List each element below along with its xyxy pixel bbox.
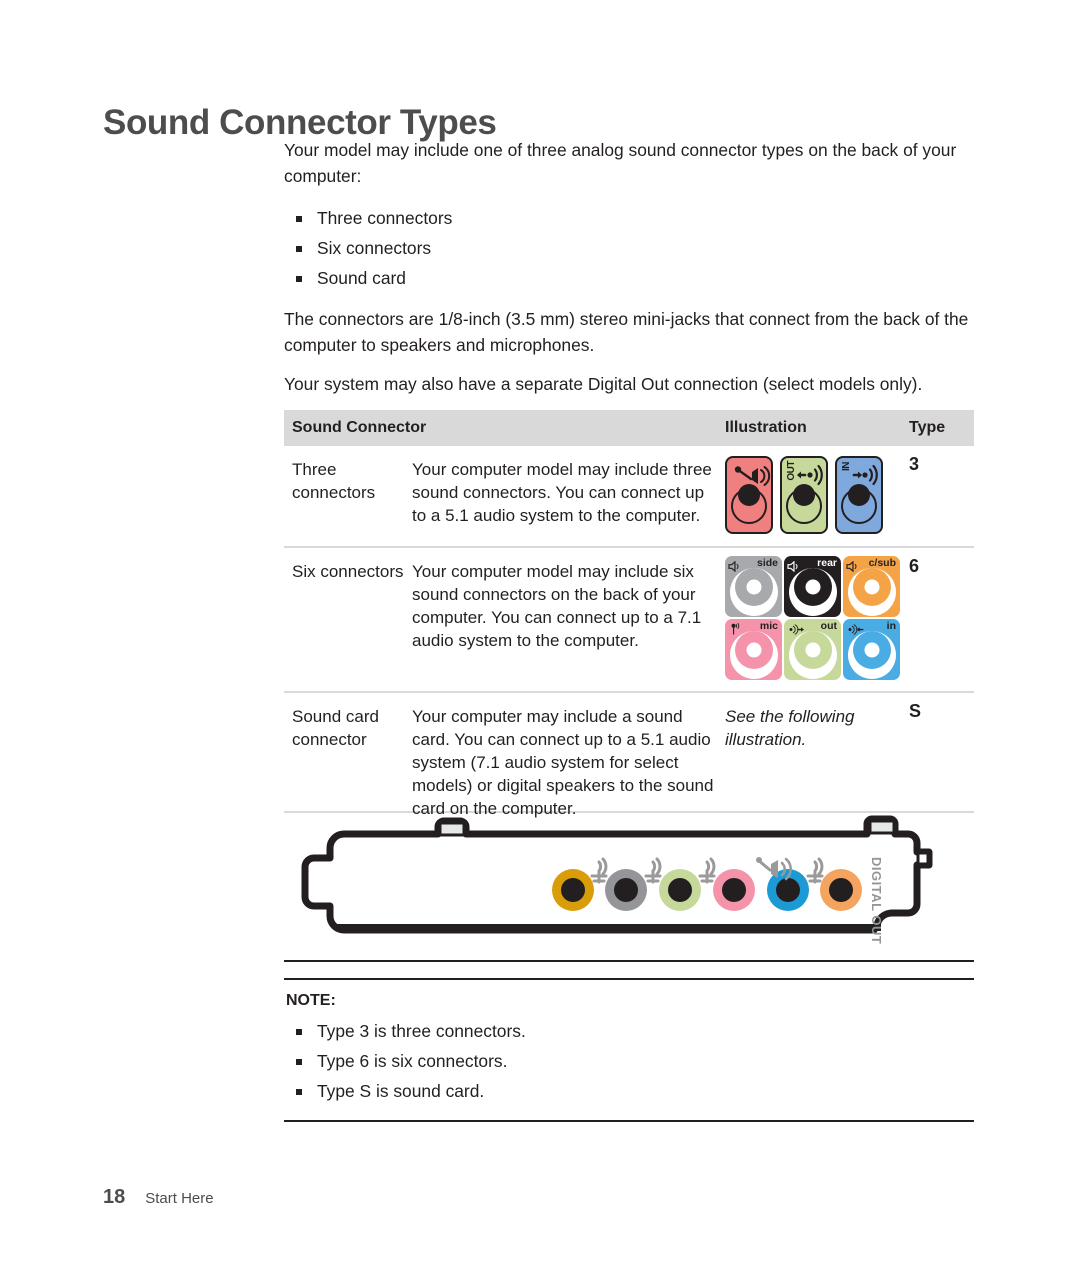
jack-hole <box>864 642 879 657</box>
jack-microphone-pink <box>725 456 773 534</box>
cell-illustration: side rear c/sub mic out in <box>725 556 900 699</box>
jack-side-gray: side <box>725 556 782 617</box>
speaker-icon <box>846 559 859 577</box>
jack-label-in: IN <box>841 462 852 471</box>
table-row: Six connectors Your computer model may i… <box>284 548 974 693</box>
jack-hole <box>746 579 761 594</box>
intro-paragraph-1: Your model may include one of three anal… <box>284 140 957 186</box>
page-footer: 18 Start Here <box>103 1186 214 1209</box>
cell-description: Your computer model may include six soun… <box>412 562 702 650</box>
jack-center-sub-orange: c/sub <box>843 556 900 617</box>
jack-mic-pink: mic <box>725 619 782 680</box>
sound-connector-table: Sound Connector Illustration Type Three … <box>284 410 974 818</box>
column-header-type: Type <box>909 419 946 436</box>
cell-description: Your computer model may include three so… <box>412 460 712 525</box>
cell-connector-name: Three connectors <box>292 460 376 502</box>
jack-label: rear <box>817 557 837 569</box>
cell-illustration: OUT IN <box>725 454 900 554</box>
jack-line-out-green: OUT <box>780 456 828 534</box>
three-connector-illustration: OUT IN <box>725 456 883 534</box>
note-title: NOTE: <box>286 992 336 1009</box>
intro-paragraph-3: Your system may also have a separate Dig… <box>284 374 923 394</box>
table-row: Sound card connector Your computer may i… <box>284 693 974 818</box>
list-item: Six connectors <box>284 233 984 263</box>
sound-card-illustration: DIGITAL OUT <box>284 812 974 962</box>
table-row: Three connectors Your computer model may… <box>284 446 974 548</box>
cell-type: 6 <box>909 556 920 576</box>
speaker-icon <box>728 559 741 577</box>
audio-out-icon <box>787 622 806 640</box>
cell-description: Your computer may include a sound card. … <box>412 707 714 818</box>
cell-type: S <box>909 701 922 721</box>
table-header-row: Sound Connector Illustration Type <box>284 410 974 446</box>
list-item: Type 6 is six connectors. <box>284 1046 974 1076</box>
microphone-icon <box>728 622 741 640</box>
cell-illustration-text: See the following illustration. <box>725 707 855 749</box>
jack-label: out <box>820 620 837 632</box>
document-page: Sound Connector Types Your model may inc… <box>0 0 1080 1270</box>
cell-connector-name: Sound card connector <box>292 707 379 749</box>
jack-in-blue: in <box>843 619 900 680</box>
column-header-illustration: Illustration <box>725 419 807 436</box>
jack-hole <box>793 484 815 506</box>
list-item: Type S is sound card. <box>284 1076 974 1106</box>
jack-out-green: out <box>784 619 841 680</box>
jack-hole <box>805 579 820 594</box>
jack-label: mic <box>759 620 778 632</box>
list-item: Sound card <box>284 263 984 293</box>
digital-out-label: DIGITAL OUT <box>869 857 884 944</box>
jack-label: in <box>886 620 896 632</box>
note-block: NOTE: Type 3 is three connectors. Type 6… <box>284 978 974 1122</box>
footer-book-title: Start Here <box>145 1190 214 1207</box>
port-gray <box>605 869 647 911</box>
jack-hole <box>746 642 761 657</box>
intro-bullet-list: Three connectors Six connectors Sound ca… <box>284 203 984 293</box>
jack-line-in-blue: IN <box>835 456 883 534</box>
speaker-icon <box>787 559 800 577</box>
cell-type: 3 <box>909 454 920 474</box>
jack-hole <box>864 579 879 594</box>
port-pink <box>713 869 755 911</box>
list-item: Three connectors <box>284 203 984 233</box>
jack-hole <box>738 484 760 506</box>
list-item: Type 3 is three connectors. <box>284 1016 974 1046</box>
intro-paragraph-2: The connectors are 1/8-inch (3.5 mm) ste… <box>284 309 969 355</box>
intro-body: Your model may include one of three anal… <box>284 138 984 437</box>
port-gold <box>552 869 594 911</box>
six-connector-illustration: side rear c/sub mic out in <box>725 556 900 680</box>
note-bullet-list: Type 3 is three connectors. Type 6 is si… <box>284 1016 974 1106</box>
jack-label: c/sub <box>868 557 896 569</box>
jack-label: side <box>756 557 778 569</box>
cell-connector-name: Six connectors <box>292 562 404 581</box>
jack-label-out: OUT <box>786 461 797 481</box>
jack-rear-black: rear <box>784 556 841 617</box>
port-green <box>659 869 701 911</box>
column-header-connector: Sound Connector <box>292 419 427 436</box>
jack-hole <box>848 484 870 506</box>
port-orange <box>820 869 862 911</box>
audio-in-icon <box>846 622 865 640</box>
jack-hole <box>805 642 820 657</box>
page-number: 18 <box>103 1186 126 1208</box>
